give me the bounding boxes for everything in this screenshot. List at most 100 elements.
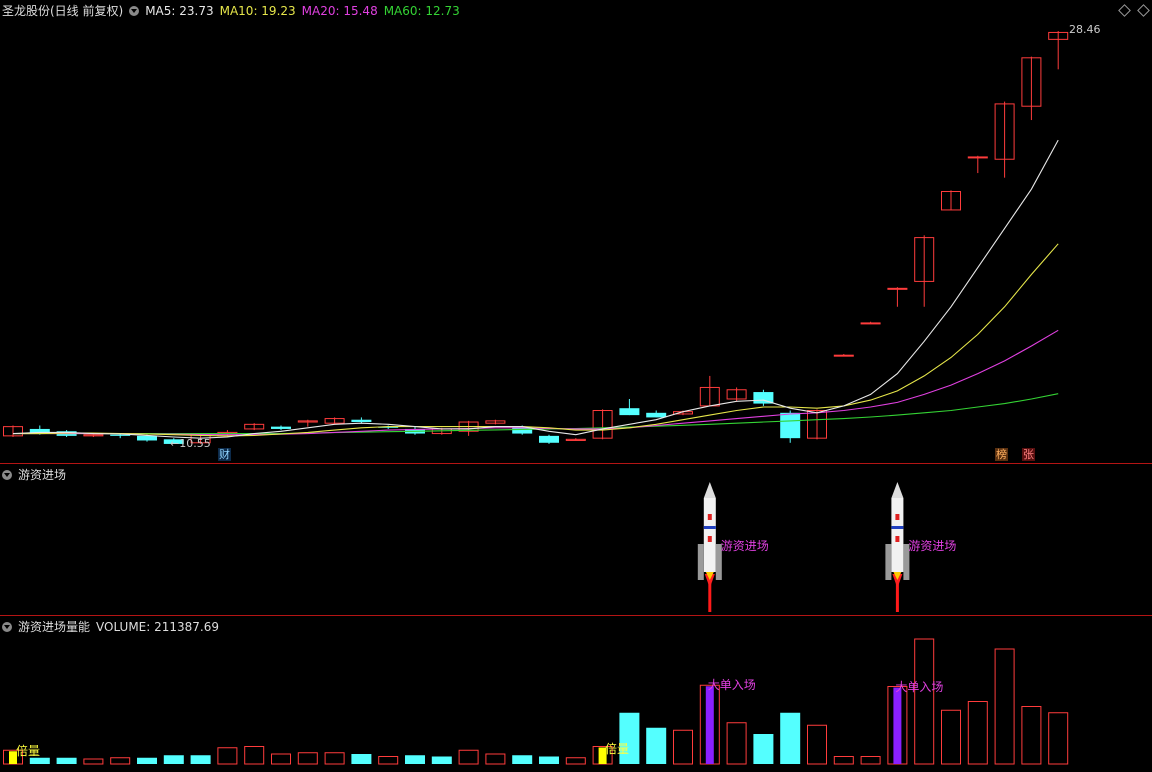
ma20-readout: MA20: 15.48 — [301, 3, 378, 18]
signal-title[interactable]: 游资进场 — [18, 466, 66, 483]
volume-bar — [565, 757, 586, 765]
candle — [860, 321, 881, 325]
volume-bar-body — [860, 756, 881, 765]
volume-bar-body — [539, 756, 559, 764]
diamond-icon-2[interactable] — [1137, 4, 1150, 17]
double-volume-label: 倍量 — [605, 742, 630, 756]
big-order-label: 大单入场 — [707, 678, 756, 692]
candle — [887, 287, 908, 307]
volume-bar — [405, 755, 425, 764]
ma5-readout: MA5: 23.73 — [145, 3, 214, 18]
candle-body — [351, 419, 372, 423]
volume-bar-body — [217, 747, 238, 765]
candle — [753, 389, 774, 406]
volume-bar-body — [753, 734, 774, 764]
signal-panel[interactable]: 游资进场 游资进场 游资进场 — [0, 464, 1152, 616]
volume-bar — [860, 756, 881, 765]
candle — [941, 190, 961, 211]
volume-bar — [833, 756, 854, 765]
candlestick-chart[interactable] — [0, 0, 1152, 463]
volume-bar-body — [485, 753, 506, 765]
volume-bar — [753, 734, 774, 764]
volume-bar — [699, 684, 720, 765]
volume-bar-body — [297, 752, 318, 765]
volume-bar — [780, 712, 801, 764]
volume-bar-body — [271, 753, 291, 765]
volume-bar — [217, 747, 238, 765]
price-panel[interactable]: 圣龙股份(日线 前复权) MA5: 23.73 MA10: 19.23 MA20… — [0, 0, 1152, 464]
candle — [244, 423, 265, 431]
ma10-readout: MA10: 19.23 — [219, 3, 296, 18]
chevron-down-icon[interactable] — [129, 5, 140, 16]
volume-bar-body — [431, 756, 452, 764]
rocket-stripe — [703, 526, 716, 529]
dragon-tiger-tag[interactable]: 榜 — [995, 448, 1008, 461]
double-volume-label: 倍量 — [16, 744, 41, 758]
volume-bar — [458, 749, 479, 765]
candle — [592, 409, 613, 440]
volume-chart[interactable] — [0, 616, 1152, 772]
volume-bar-body — [512, 755, 533, 764]
volume-panel[interactable]: 游资进场量能 VOLUME: 211387.69 倍量 倍量 大单入场 大单入场 — [0, 616, 1152, 772]
candle-body — [539, 435, 559, 443]
volume-bar-body — [405, 755, 425, 764]
volume-bar-body — [646, 727, 667, 764]
volume-bar-body — [324, 752, 345, 765]
ma60-readout: MA60: 12.73 — [383, 3, 460, 18]
candle — [485, 419, 506, 425]
candle-body — [619, 408, 640, 416]
volume-bar — [83, 758, 104, 765]
volume-bar — [512, 755, 533, 764]
big-order-label: 大单入场 — [895, 680, 944, 694]
limit-up-tag[interactable]: 张 — [1022, 448, 1035, 461]
volume-bar-body — [994, 648, 1015, 765]
volume-bar-body — [1048, 712, 1069, 765]
candle — [271, 425, 291, 431]
volume-bar — [110, 757, 131, 765]
volume-bar-body — [914, 638, 935, 765]
volume-bar-body — [244, 746, 265, 765]
high-price-label: 28.46 — [1069, 23, 1101, 36]
volume-bar — [887, 686, 908, 765]
candle-body — [271, 426, 291, 429]
volume-bar-highlight — [893, 687, 902, 764]
price-panel-header: 圣龙股份(日线 前复权) MA5: 23.73 MA10: 19.23 MA20… — [2, 2, 460, 19]
volume-title[interactable]: 游资进场量能 — [18, 618, 90, 635]
volume-bar — [967, 701, 988, 765]
volume-bar-body — [83, 758, 104, 765]
volume-readout: VOLUME: 211387.69 — [96, 619, 220, 634]
diamond-icon[interactable] — [1118, 4, 1131, 17]
chevron-down-icon[interactable] — [2, 469, 12, 480]
volume-bar — [137, 757, 157, 764]
volume-bar-body — [378, 756, 399, 765]
rocket-body — [891, 498, 904, 572]
volume-bar-body — [56, 757, 77, 764]
volume-bar — [1048, 712, 1069, 765]
volume-bar-body — [780, 712, 801, 764]
volume-bar-body — [833, 756, 854, 765]
candle — [807, 409, 827, 440]
finance-tag[interactable]: 财 — [218, 448, 231, 461]
rocket-window — [895, 514, 900, 520]
chevron-down-icon[interactable] — [2, 621, 12, 632]
volume-bar — [163, 755, 184, 764]
volume-bar-body — [941, 709, 961, 765]
candle-body — [833, 354, 854, 357]
signal-panel-header: 游资进场 — [2, 466, 66, 483]
rocket-body — [703, 498, 716, 572]
volume-bar — [351, 754, 372, 764]
rocket-icon — [697, 482, 722, 612]
rocket-icon — [885, 482, 910, 612]
volume-bar — [941, 709, 961, 765]
stock-title[interactable]: 圣龙股份(日线 前复权) — [2, 2, 123, 19]
rocket-booster-left — [885, 544, 892, 580]
volume-bar — [271, 753, 291, 765]
volume-bar-highlight — [705, 686, 714, 764]
candle-body — [967, 156, 988, 159]
rocket-nose — [891, 482, 904, 498]
candle-body — [646, 412, 667, 418]
candle — [914, 235, 935, 307]
rocket-label: 游资进场 — [720, 539, 769, 553]
volume-bar — [244, 746, 265, 765]
candle — [646, 410, 667, 418]
